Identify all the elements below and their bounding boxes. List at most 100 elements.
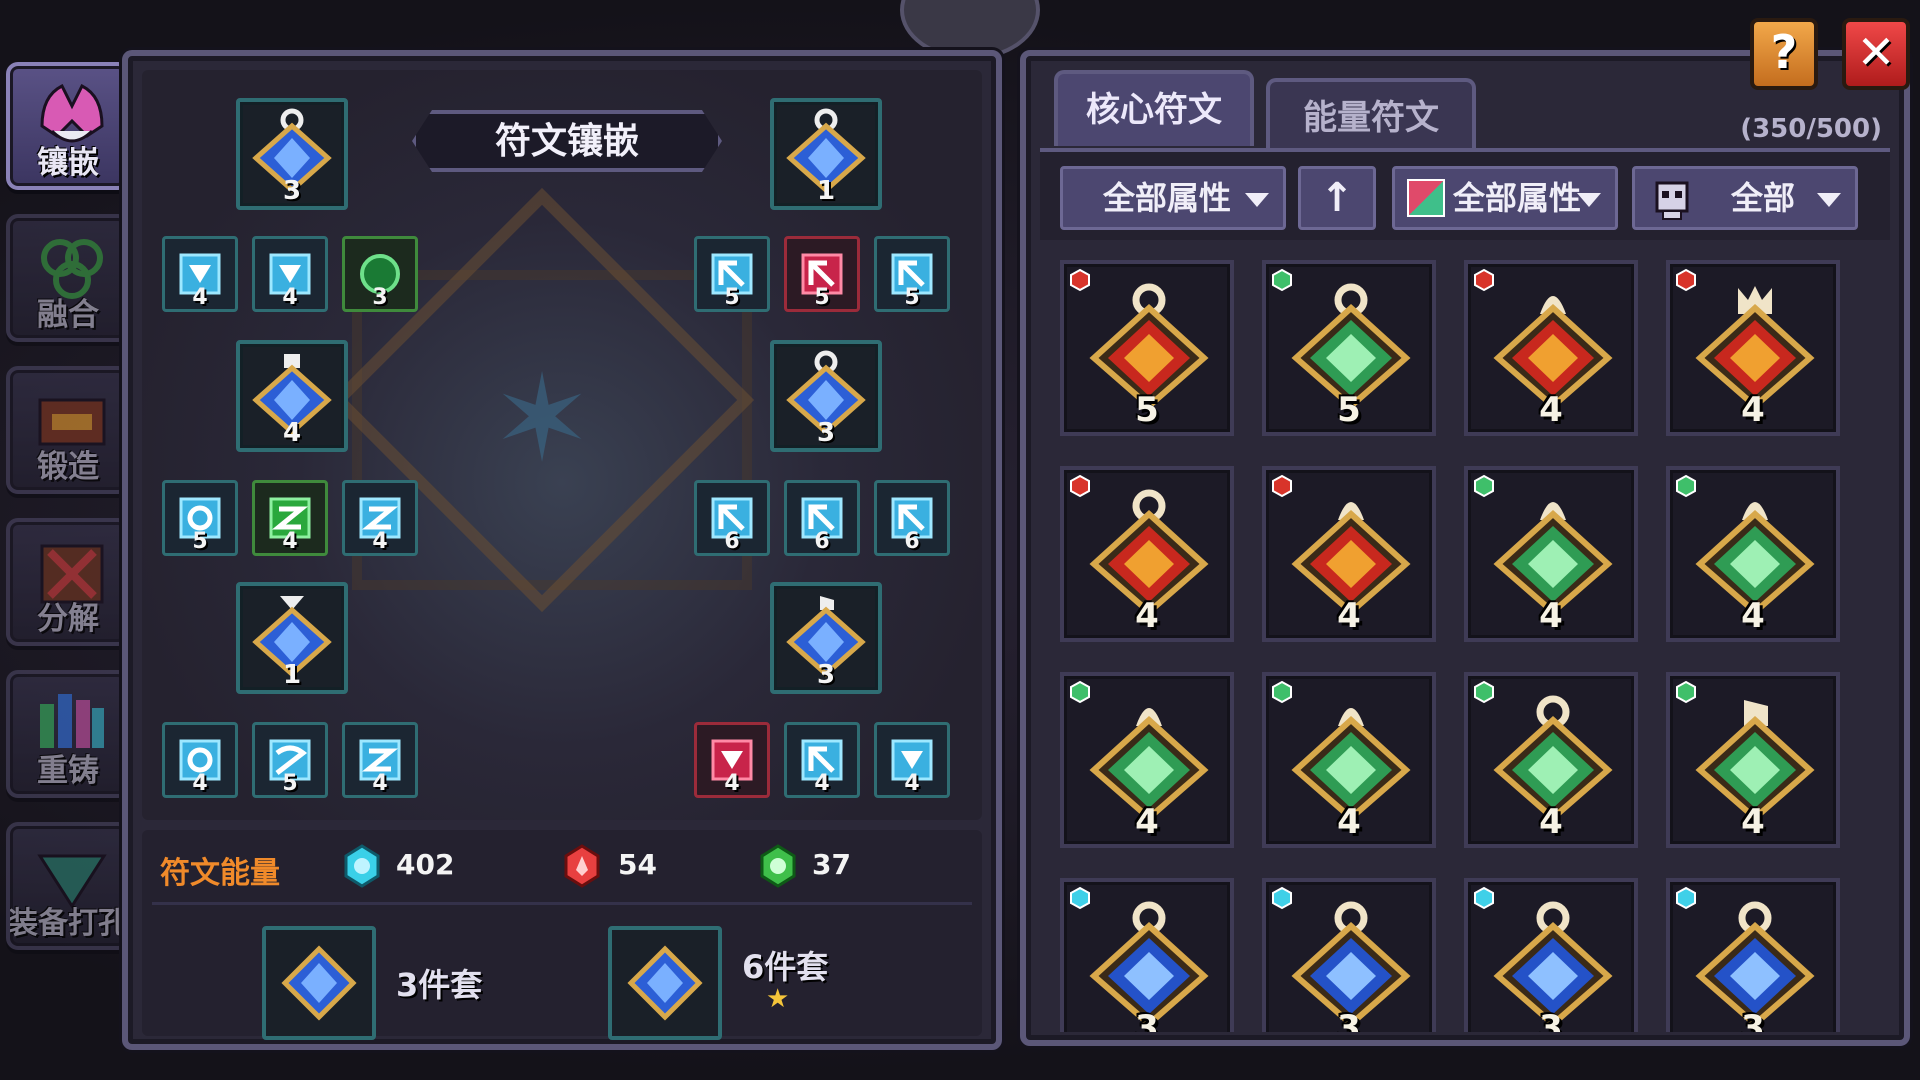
ice-set-rune-icon xyxy=(281,945,357,1021)
energy-slot-level: 4 xyxy=(372,771,388,796)
nav-fusion-button[interactable]: 融合 xyxy=(6,214,130,342)
set-bonus-3-slot[interactable] xyxy=(262,926,376,1040)
energy-slot-level: 4 xyxy=(192,771,208,796)
energy-slot[interactable]: 4 xyxy=(252,236,328,312)
element-filter-dropdown[interactable]: 全部属性 xyxy=(1392,166,1618,230)
energy-slot-level: 6 xyxy=(904,529,920,554)
sort-order-button[interactable]: ↑ xyxy=(1298,166,1376,230)
rune-card[interactable]: 5 xyxy=(1262,260,1436,436)
red-energy-value: 54 xyxy=(618,848,657,881)
rune-card[interactable]: 3 xyxy=(1666,878,1840,1032)
rune-level: 5 xyxy=(1135,390,1159,430)
set-bonus-star-icon: ★ xyxy=(766,984,790,1014)
nav-socket-button[interactable]: 装备打孔 xyxy=(6,822,130,950)
arrow-up-icon: ↑ xyxy=(1320,175,1354,221)
board-title-banner: 符文镶嵌 xyxy=(412,110,722,172)
rune-level: 3 xyxy=(1539,1008,1563,1032)
core-slot-right-1[interactable]: 1 xyxy=(770,98,882,210)
type-filter-dropdown[interactable]: 全部 xyxy=(1632,166,1858,230)
rune-card[interactable]: 3 xyxy=(1262,878,1436,1032)
attribute-filter-value: 全部属性 xyxy=(1103,179,1232,217)
energy-slot-level: 5 xyxy=(904,285,920,310)
energy-slot[interactable]: 5 xyxy=(162,480,238,556)
core-slot-level: 3 xyxy=(282,176,302,206)
energy-slot[interactable]: 3 xyxy=(342,236,418,312)
rune-card[interactable]: 4 xyxy=(1666,260,1840,436)
nav-forge-button[interactable]: 锻造 xyxy=(6,366,130,494)
chevron-down-icon xyxy=(1577,193,1601,207)
energy-slot-level: 5 xyxy=(724,285,740,310)
rune-level: 4 xyxy=(1135,802,1159,842)
energy-slot[interactable]: 5 xyxy=(252,722,328,798)
energy-slot[interactable]: 6 xyxy=(874,480,950,556)
set-bonus-6-slot[interactable] xyxy=(608,926,722,1040)
energy-slot[interactable]: 4 xyxy=(874,722,950,798)
nav-inlay-button[interactable]: 镶嵌 xyxy=(6,62,130,190)
type-filter-value: 全部 xyxy=(1731,179,1796,217)
rune-level: 4 xyxy=(1741,596,1765,636)
rune-card[interactable]: 4 xyxy=(1262,672,1436,848)
energy-slot[interactable]: 5 xyxy=(694,236,770,312)
core-slot-right-2[interactable]: 3 xyxy=(770,340,882,452)
rune-level: 4 xyxy=(1135,596,1159,636)
rune-card[interactable]: 3 xyxy=(1060,878,1234,1032)
rune-card[interactable]: 4 xyxy=(1464,672,1638,848)
set-bonus-6-label: 6件套 xyxy=(742,948,829,986)
rune-level: 4 xyxy=(1741,390,1765,430)
energy-slot[interactable]: 4 xyxy=(252,480,328,556)
core-slot-left-3[interactable]: 1 xyxy=(236,582,348,694)
energy-slot[interactable]: 4 xyxy=(694,722,770,798)
core-slot-level: 3 xyxy=(816,660,836,690)
green-energy-gem-icon xyxy=(760,844,796,888)
green-energy-value: 37 xyxy=(812,848,851,881)
inventory-capacity: (350/500) xyxy=(1740,114,1882,144)
energy-slot[interactable]: 4 xyxy=(342,722,418,798)
nav-decompose-button[interactable]: 分解 xyxy=(6,518,130,646)
energy-slot[interactable]: 6 xyxy=(694,480,770,556)
rune-level: 5 xyxy=(1337,390,1361,430)
nav-decompose-label: 分解 xyxy=(37,601,99,637)
energy-slot[interactable]: 5 xyxy=(784,236,860,312)
nav-recast-button[interactable]: 重铸 xyxy=(6,670,130,798)
blue-energy-value: 402 xyxy=(396,848,455,881)
tab-core-runes[interactable]: 核心符文 xyxy=(1054,70,1254,146)
energy-slot[interactable]: 4 xyxy=(162,722,238,798)
energy-slot[interactable]: 5 xyxy=(874,236,950,312)
energy-slot-level: 4 xyxy=(372,529,388,554)
rune-card[interactable]: 4 xyxy=(1060,672,1234,848)
board-title: 符文镶嵌 xyxy=(494,121,639,162)
energy-slot[interactable]: 4 xyxy=(162,236,238,312)
rune-energy-label: 符文能量 xyxy=(160,856,280,891)
energy-slot[interactable]: 4 xyxy=(784,722,860,798)
game-screen: 镶嵌 融合 锻造 分解 重铸 装备打孔 ✶ 符文镶嵌 3 1 4 3 1 3 4… xyxy=(0,0,1920,1080)
core-slot-left-1[interactable]: 3 xyxy=(236,98,348,210)
energy-slot-level: 4 xyxy=(282,285,298,310)
rune-level: 4 xyxy=(1337,596,1361,636)
core-slot-left-2[interactable]: 4 xyxy=(236,340,348,452)
side-nav: 镶嵌 融合 锻造 分解 重铸 装备打孔 xyxy=(6,62,134,974)
element-color-icon xyxy=(1407,179,1445,217)
rune-card[interactable]: 4 xyxy=(1464,260,1638,436)
core-slot-right-3[interactable]: 3 xyxy=(770,582,882,694)
rune-level: 4 xyxy=(1539,802,1563,842)
element-filter-value: 全部属性 xyxy=(1453,179,1582,217)
rune-card[interactable]: 4 xyxy=(1464,466,1638,642)
rune-card[interactable]: 5 xyxy=(1060,260,1234,436)
energy-slot[interactable]: 6 xyxy=(784,480,860,556)
energy-divider xyxy=(152,902,972,905)
energy-slot-level: 3 xyxy=(372,285,388,310)
attribute-filter-dropdown[interactable]: 全部属性 xyxy=(1060,166,1286,230)
nav-inlay-label: 镶嵌 xyxy=(37,145,99,181)
skull-type-icon xyxy=(1655,181,1689,220)
rune-card[interactable]: 4 xyxy=(1666,466,1840,642)
rune-card[interactable]: 3 xyxy=(1464,878,1638,1032)
tab-energy-runes[interactable]: 能量符文 xyxy=(1266,78,1476,154)
help-button[interactable]: ? xyxy=(1750,18,1818,90)
core-slot-level: 1 xyxy=(816,176,836,206)
rune-card[interactable]: 4 xyxy=(1666,672,1840,848)
rune-inventory-panel: 核心符文 能量符文 (350/500) 全部属性 ↑ 全部属性 全部 5 5 4 4 4… xyxy=(1020,50,1910,1046)
energy-slot[interactable]: 4 xyxy=(342,480,418,556)
close-button[interactable]: ✕ xyxy=(1842,18,1910,90)
rune-card[interactable]: 4 xyxy=(1060,466,1234,642)
rune-card[interactable]: 4 xyxy=(1262,466,1436,642)
